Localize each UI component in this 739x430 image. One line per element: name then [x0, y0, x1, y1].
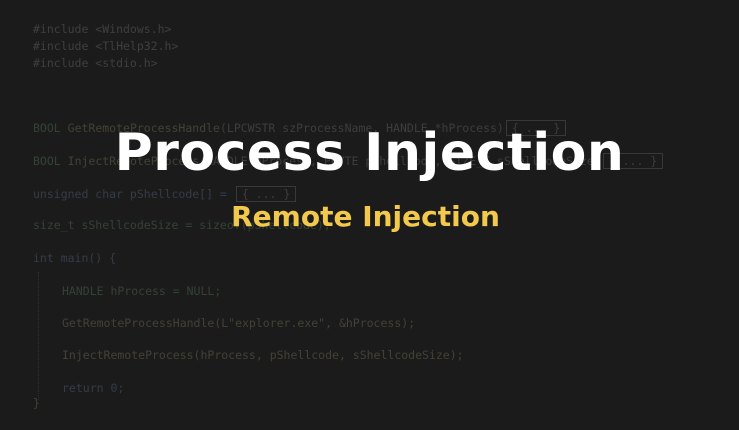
page-subtitle: Remote Injection: [231, 200, 500, 233]
page-title: Process Injection: [114, 123, 625, 183]
